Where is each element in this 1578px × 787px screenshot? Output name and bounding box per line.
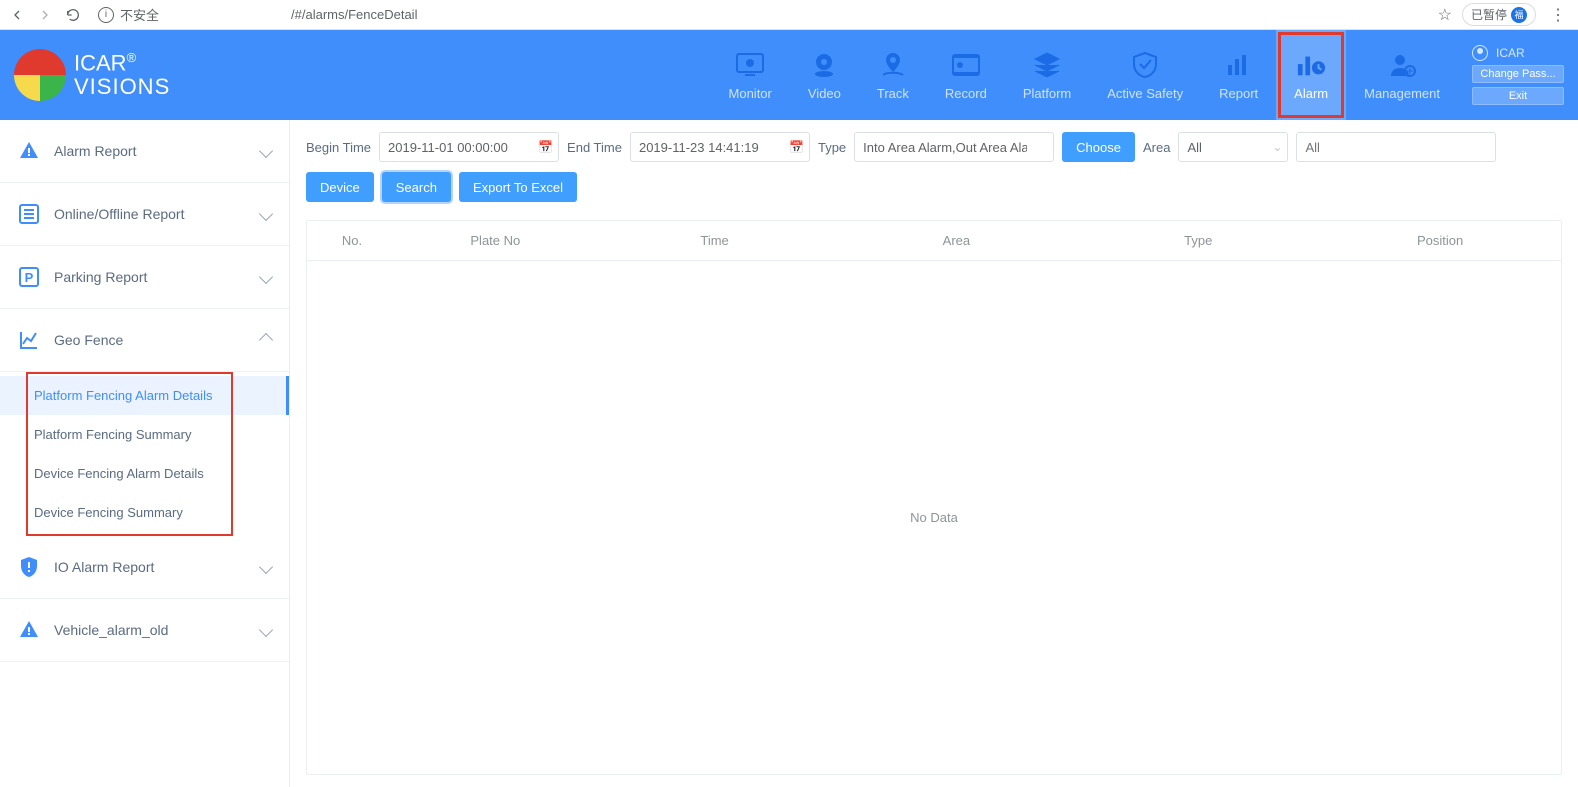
chart-icon <box>18 329 40 351</box>
brand-logo-icon <box>14 49 66 101</box>
search-button[interactable]: Search <box>382 172 451 202</box>
type-input[interactable] <box>854 132 1054 162</box>
begin-time-label: Begin Time <box>306 140 371 155</box>
nav-track[interactable]: Track <box>859 30 927 120</box>
all-input[interactable] <box>1296 132 1496 162</box>
col-time: Time <box>594 221 836 260</box>
col-position: Position <box>1319 221 1561 260</box>
chevron-down-icon <box>259 623 273 637</box>
browser-bar: i 不安全 /#/alarms/FenceDetail ☆ 已暂停 福 ⋮ <box>0 0 1578 30</box>
content: Begin Time 📅 End Time 📅 Type Choose Area… <box>290 120 1578 787</box>
export-button[interactable]: Export To Excel <box>459 172 577 202</box>
sidebar-item-alarm-report[interactable]: Alarm Report <box>0 120 289 183</box>
url-fragment: /#/alarms/FenceDetail <box>291 7 417 22</box>
sidebar-item-online-offline[interactable]: Online/Offline Report <box>0 183 289 246</box>
col-area: Area <box>836 221 1078 260</box>
track-icon <box>878 50 908 80</box>
col-plate: Plate No <box>397 221 594 260</box>
paused-pill[interactable]: 已暂停 福 <box>1462 3 1536 26</box>
platform-icon <box>1032 50 1062 80</box>
sub-item-pf-alarm-details[interactable]: Platform Fencing Alarm Details <box>0 376 289 415</box>
insecure-label: 不安全 <box>120 5 159 24</box>
nav-report[interactable]: Report <box>1201 30 1276 120</box>
calendar-icon: 📅 <box>538 140 553 154</box>
list-icon <box>18 203 40 225</box>
topnav: ICAR® VISIONS Monitor Video Track Record… <box>0 30 1578 120</box>
sub-item-df-summary[interactable]: Device Fencing Summary <box>0 493 289 532</box>
no-data-label: No Data <box>910 510 958 525</box>
sidebar-item-parking[interactable]: P Parking Report <box>0 246 289 309</box>
chevron-down-icon <box>259 207 273 221</box>
sidebar-item-vehicle-alarm-old[interactable]: Vehicle_alarm_old <box>0 599 289 662</box>
exit-button[interactable]: Exit <box>1472 87 1564 105</box>
user-panel: ICAR Change Pass... Exit <box>1458 30 1578 120</box>
nav-monitor[interactable]: Monitor <box>711 30 790 120</box>
profile-badge: 福 <box>1511 7 1527 23</box>
reload-icon[interactable] <box>64 6 82 24</box>
type-label: Type <box>818 140 846 155</box>
end-time-input[interactable] <box>630 132 810 162</box>
brand-text: ICAR® VISIONS <box>74 51 170 100</box>
bookmark-icon[interactable]: ☆ <box>1438 5 1452 25</box>
shield-icon <box>18 556 40 578</box>
user-row: ICAR <box>1472 45 1564 61</box>
chevron-down-icon <box>259 270 273 284</box>
change-pass-button[interactable]: Change Pass... <box>1472 65 1564 83</box>
forward-icon[interactable] <box>36 6 54 24</box>
nav-platform[interactable]: Platform <box>1005 30 1089 120</box>
back-icon[interactable] <box>8 6 26 24</box>
alarm-icon <box>1296 50 1326 80</box>
end-time-label: End Time <box>567 140 622 155</box>
paused-label: 已暂停 <box>1471 6 1507 23</box>
area-label: Area <box>1143 140 1170 155</box>
nav-management[interactable]: Management <box>1346 30 1458 120</box>
table-body-empty: No Data <box>307 261 1561 774</box>
sub-item-df-alarm-details[interactable]: Device Fencing Alarm Details <box>0 454 289 493</box>
video-icon <box>809 50 839 80</box>
brand[interactable]: ICAR® VISIONS <box>0 30 184 120</box>
chevron-down-icon <box>259 560 273 574</box>
body: Alarm Report Online/Offline Report P Par… <box>0 120 1578 787</box>
geo-fence-submenu: Platform Fencing Alarm Details Platform … <box>0 372 289 536</box>
record-icon <box>951 50 981 80</box>
warning-icon <box>18 140 40 162</box>
chevron-down-icon: ⌄ <box>1272 140 1282 154</box>
table-header: No. Plate No Time Area Type Position <box>307 221 1561 261</box>
url-bar[interactable]: i 不安全 /#/alarms/FenceDetail <box>92 5 417 24</box>
choose-button[interactable]: Choose <box>1062 132 1135 162</box>
begin-time-input[interactable] <box>379 132 559 162</box>
results-table: No. Plate No Time Area Type Position No … <box>306 220 1562 775</box>
col-type: Type <box>1077 221 1319 260</box>
col-no: No. <box>307 221 397 260</box>
warning-icon <box>18 619 40 641</box>
device-button[interactable]: Device <box>306 172 374 202</box>
sidebar-item-io-alarm[interactable]: IO Alarm Report <box>0 536 289 599</box>
user-icon <box>1472 45 1488 61</box>
nav-record[interactable]: Record <box>927 30 1005 120</box>
action-row: Device Search Export To Excel <box>306 172 1562 202</box>
sidebar-item-geo-fence[interactable]: Geo Fence <box>0 309 289 372</box>
parking-icon: P <box>18 266 40 288</box>
sidebar: Alarm Report Online/Offline Report P Par… <box>0 120 290 787</box>
active-safety-icon <box>1130 50 1160 80</box>
user-name: ICAR <box>1496 46 1525 60</box>
report-icon <box>1224 50 1254 80</box>
monitor-icon <box>735 50 765 80</box>
nav-alarm[interactable]: Alarm <box>1276 30 1346 120</box>
nav-video[interactable]: Video <box>790 30 859 120</box>
management-icon <box>1387 50 1417 80</box>
chevron-up-icon <box>259 333 273 347</box>
svg-text:P: P <box>25 270 34 285</box>
chevron-down-icon <box>259 144 273 158</box>
info-icon: i <box>98 7 114 23</box>
sub-item-pf-summary[interactable]: Platform Fencing Summary <box>0 415 289 454</box>
filter-row: Begin Time 📅 End Time 📅 Type Choose Area… <box>306 132 1562 162</box>
calendar-icon: 📅 <box>789 140 804 154</box>
nav-active-safety[interactable]: Active Safety <box>1089 30 1201 120</box>
browser-menu-icon[interactable]: ⋮ <box>1546 5 1570 25</box>
